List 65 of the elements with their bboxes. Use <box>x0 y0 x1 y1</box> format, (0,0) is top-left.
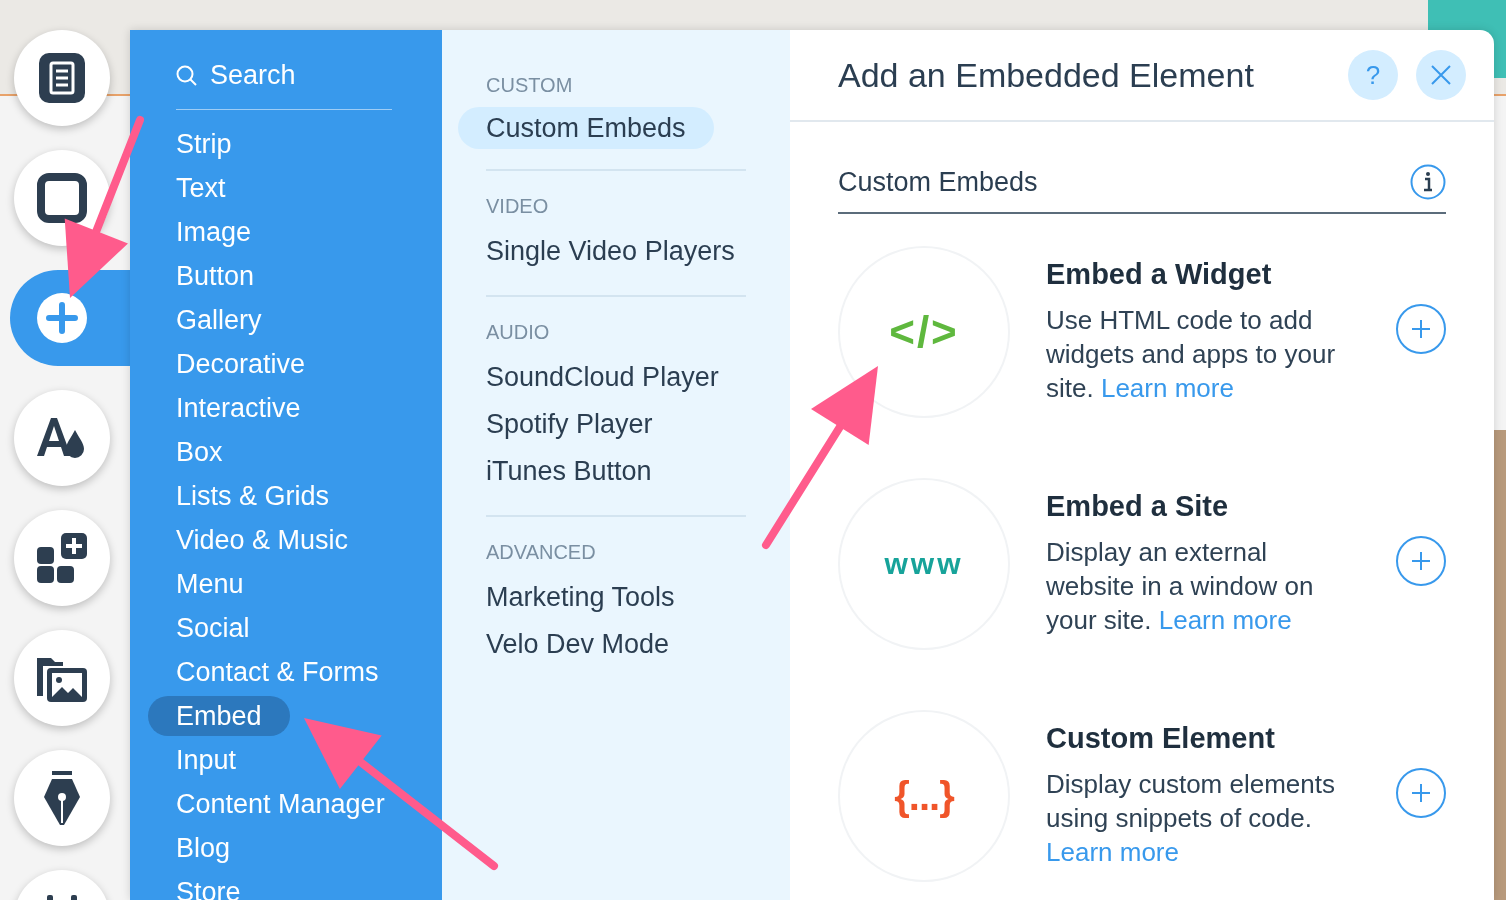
panel-title: Add an Embedded Element <box>838 55 1255 95</box>
info-icon[interactable] <box>1410 164 1446 200</box>
plus-icon <box>1411 551 1431 571</box>
subcategory-item[interactable]: Custom Embeds <box>458 107 714 149</box>
section-heading: ADVANCED <box>486 541 597 564</box>
category-item[interactable]: Content Manager <box>148 782 413 826</box>
category-item[interactable]: Decorative <box>148 342 334 386</box>
category-item[interactable]: Store <box>148 870 269 900</box>
toolbar-button[interactable] <box>14 750 110 846</box>
toolbar-button[interactable] <box>14 390 110 486</box>
add-button[interactable] <box>1396 304 1446 354</box>
section-heading: CUSTOM <box>486 74 574 97</box>
category-item[interactable]: Embed <box>148 696 290 736</box>
subcategory-item[interactable]: Spotify Player <box>486 401 653 448</box>
plus-icon <box>1411 319 1431 339</box>
subcategory-item[interactable]: Marketing Tools <box>486 574 675 621</box>
close-button[interactable] <box>1416 50 1466 100</box>
category-item[interactable]: Video & Music <box>148 518 377 562</box>
learn-more-link[interactable]: Learn more <box>1100 373 1234 403</box>
category-item[interactable]: Menu <box>148 562 272 606</box>
learn-more-link[interactable]: Learn more <box>1046 837 1179 867</box>
category-item[interactable]: Contact & Forms <box>148 650 407 694</box>
help-button[interactable]: ? <box>1348 50 1398 100</box>
category-item[interactable]: Interactive <box>148 386 329 430</box>
section-heading: AUDIO <box>486 321 551 344</box>
element-title: Embed a Widget <box>1046 258 1273 291</box>
search-field[interactable]: Search <box>210 60 390 91</box>
category-item[interactable]: Input <box>148 738 265 782</box>
section-title: Custom Embeds <box>838 166 1038 198</box>
text-color-icon <box>37 418 87 458</box>
element-description: Use HTML code to add widgets and apps to your site. Learn more <box>1046 304 1337 405</box>
pen-nib-icon <box>44 771 80 825</box>
plus-icon <box>1411 783 1431 803</box>
toolbar-button[interactable] <box>14 630 110 726</box>
category-item[interactable]: Button <box>148 254 283 298</box>
category-item[interactable]: Text <box>148 166 254 210</box>
plus-icon <box>37 293 87 343</box>
category-item[interactable]: Social <box>148 606 278 650</box>
element-description: Display custom elements using snippets of code. Learn more <box>1046 768 1336 869</box>
braces-icon: {...} <box>894 773 954 819</box>
element-description: Display an external website in a window on your site. Learn more <box>1046 536 1315 637</box>
category-item[interactable]: Blog <box>148 826 259 870</box>
category-item[interactable]: Gallery <box>148 298 290 342</box>
www-icon: www <box>884 547 964 581</box>
add-button[interactable] <box>1396 768 1446 818</box>
apps-icon <box>37 533 87 583</box>
toolbar-button[interactable] <box>14 510 110 606</box>
subcategory-item[interactable]: Velo Dev Mode <box>486 621 670 668</box>
category-item[interactable]: Lists & Grids <box>148 474 358 518</box>
add-button[interactable] <box>1396 536 1446 586</box>
section-heading: VIDEO <box>486 195 550 218</box>
page-icon <box>39 53 85 103</box>
square-icon <box>37 173 87 223</box>
category-item[interactable]: Image <box>148 210 280 254</box>
subcategory-item[interactable]: iTunes Button <box>486 448 652 495</box>
category-item[interactable]: Strip <box>148 122 260 166</box>
element-title: Embed a Site <box>1046 490 1230 523</box>
search-icon <box>176 64 198 87</box>
category-item[interactable]: Box <box>148 430 251 474</box>
close-icon <box>1431 65 1451 85</box>
subcategory-item[interactable]: SoundCloud Player <box>486 354 719 401</box>
element-title: Custom Element <box>1046 722 1276 755</box>
subcategory-item[interactable]: Single Video Players <box>486 228 735 275</box>
code-icon: </> <box>889 307 959 357</box>
learn-more-link[interactable]: Learn more <box>1158 605 1292 635</box>
